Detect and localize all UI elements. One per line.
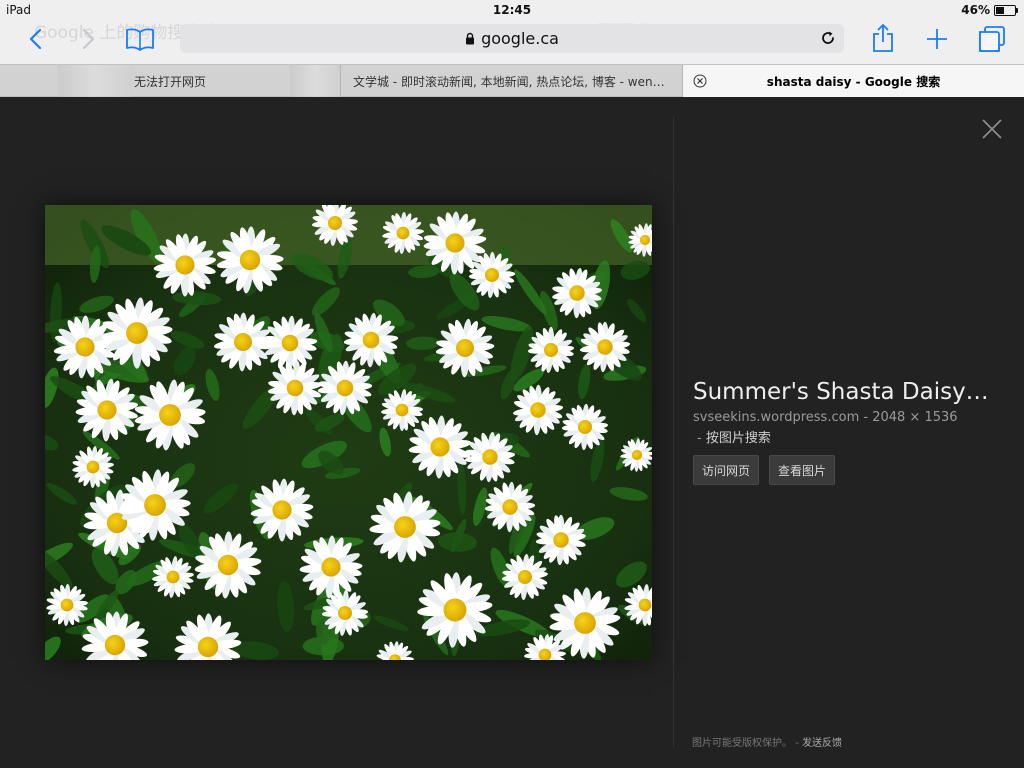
daisy-center [166,570,180,584]
lock-icon [466,32,475,45]
search-by-image-link[interactable]: 按图片搜索 [706,431,771,446]
daisy-center [217,554,239,576]
footer-note: 图片可能受版权保护。 - 发送反馈 [692,734,842,749]
daisy-center [338,606,352,620]
close-tab-icon[interactable] [693,74,707,88]
daisy-center [281,334,299,352]
source-link[interactable]: svseekins.wordpress.com [693,410,859,425]
daisy-center [328,216,342,230]
tabs-icon[interactable] [974,22,1010,56]
status-time: 12:45 [492,3,532,17]
battery-percent: 46% [961,3,990,17]
book-icon[interactable] [122,24,158,54]
tab-label: 无法打开网页 [133,74,206,89]
daisy-center [239,249,261,271]
plus-icon[interactable] [920,24,954,54]
meta-separator: - [697,431,702,446]
visit-page-button[interactable]: 访问网页 [693,455,759,485]
daisy-center [60,598,74,612]
daisy-center [126,322,148,344]
share-icon[interactable] [866,20,900,56]
daisy-center [234,333,252,351]
daisy-center [574,612,596,634]
daisy-center [286,379,304,397]
daisy-center [395,403,409,417]
daisy-center [502,499,518,515]
chevron-left-icon[interactable] [22,24,48,54]
tab-cannot-open[interactable]: 无法打开网页 [0,65,341,97]
chevron-right-icon[interactable] [76,24,102,54]
daisy-center [430,437,450,457]
daisy-center [97,400,117,420]
meta-separator: - [863,410,869,425]
result-meta: svseekins.wordpress.com - 2048 × 1536 - … [693,410,958,446]
battery-icon [994,4,1018,16]
daisy-center [597,339,613,355]
daisy-center [518,570,532,584]
daisy-photo [45,205,652,660]
address-bar[interactable]: google.ca [180,24,844,53]
image-dimensions: 2048 × 1536 [872,410,958,425]
result-title[interactable]: Summer's Shasta Daisy… [693,379,993,405]
address-text: google.ca [465,29,559,48]
tab-wenxuecity[interactable]: 文学城 - 即时滚动新闻, 本地新闻, 热点论坛, 博客 - wenx… [341,65,683,97]
tab-label: shasta daisy - Google 搜索 [766,74,941,89]
daisy-center [482,449,498,465]
tab-strip: 无法打开网页 文学城 - 即时滚动新闻, 本地新闻, 热点论坛, 博客 - we… [0,64,1024,97]
tab-label: 文学城 - 即时滚动新闻, 本地新闻, 热点论坛, 博客 - wenx… [353,74,670,89]
daisy-center [639,234,651,246]
tab-thumbnail [58,65,132,97]
view-image-button[interactable]: 查看图片 [769,455,835,485]
url-text: google.ca [481,29,559,48]
status-battery: 46% [961,3,1018,17]
daisy-center [456,339,474,357]
image-viewer: Summer's Shasta Daisy… svseekins.wordpre… [0,97,1024,768]
copyright-note: 图片可能受版权保护。 [692,738,792,749]
daisy-center [394,516,416,538]
daisy-center [321,557,341,577]
battery-fill [996,6,1005,14]
daisy-center [197,636,219,658]
daisy-center [104,634,126,656]
daisy-center [144,494,166,516]
panel-divider [673,117,674,747]
daisy-center [75,337,95,357]
daisy-center [362,331,380,349]
close-icon[interactable] [980,117,1004,141]
daisy-center [336,379,354,397]
daisy-center [272,500,292,520]
daisy-center [544,343,558,357]
daisy-center [631,449,643,461]
tab-google-search[interactable]: shasta daisy - Google 搜索 [683,65,1024,97]
reload-icon[interactable] [818,28,838,48]
daisy-center [578,420,592,434]
daisy-center [553,532,569,548]
daisy-center [443,598,467,622]
preview-image[interactable] [45,205,652,660]
feedback-link[interactable]: 发送反馈 [802,738,842,749]
browser-toolbar: Google 上的购物搜索结果 面面面 ⓘ iPad 12:45 46% goo… [0,0,1024,64]
daisy-center [159,404,181,426]
daisy-center [638,598,652,612]
meta-separator: - [795,738,799,749]
daisy-center [86,460,100,474]
daisy-center [485,268,499,282]
daisy-center [530,402,546,418]
daisy-center [445,233,465,253]
tab-thumbnail [290,65,340,97]
daisy-center [569,285,585,301]
daisy-center [175,255,195,275]
daisy-center [396,226,410,240]
